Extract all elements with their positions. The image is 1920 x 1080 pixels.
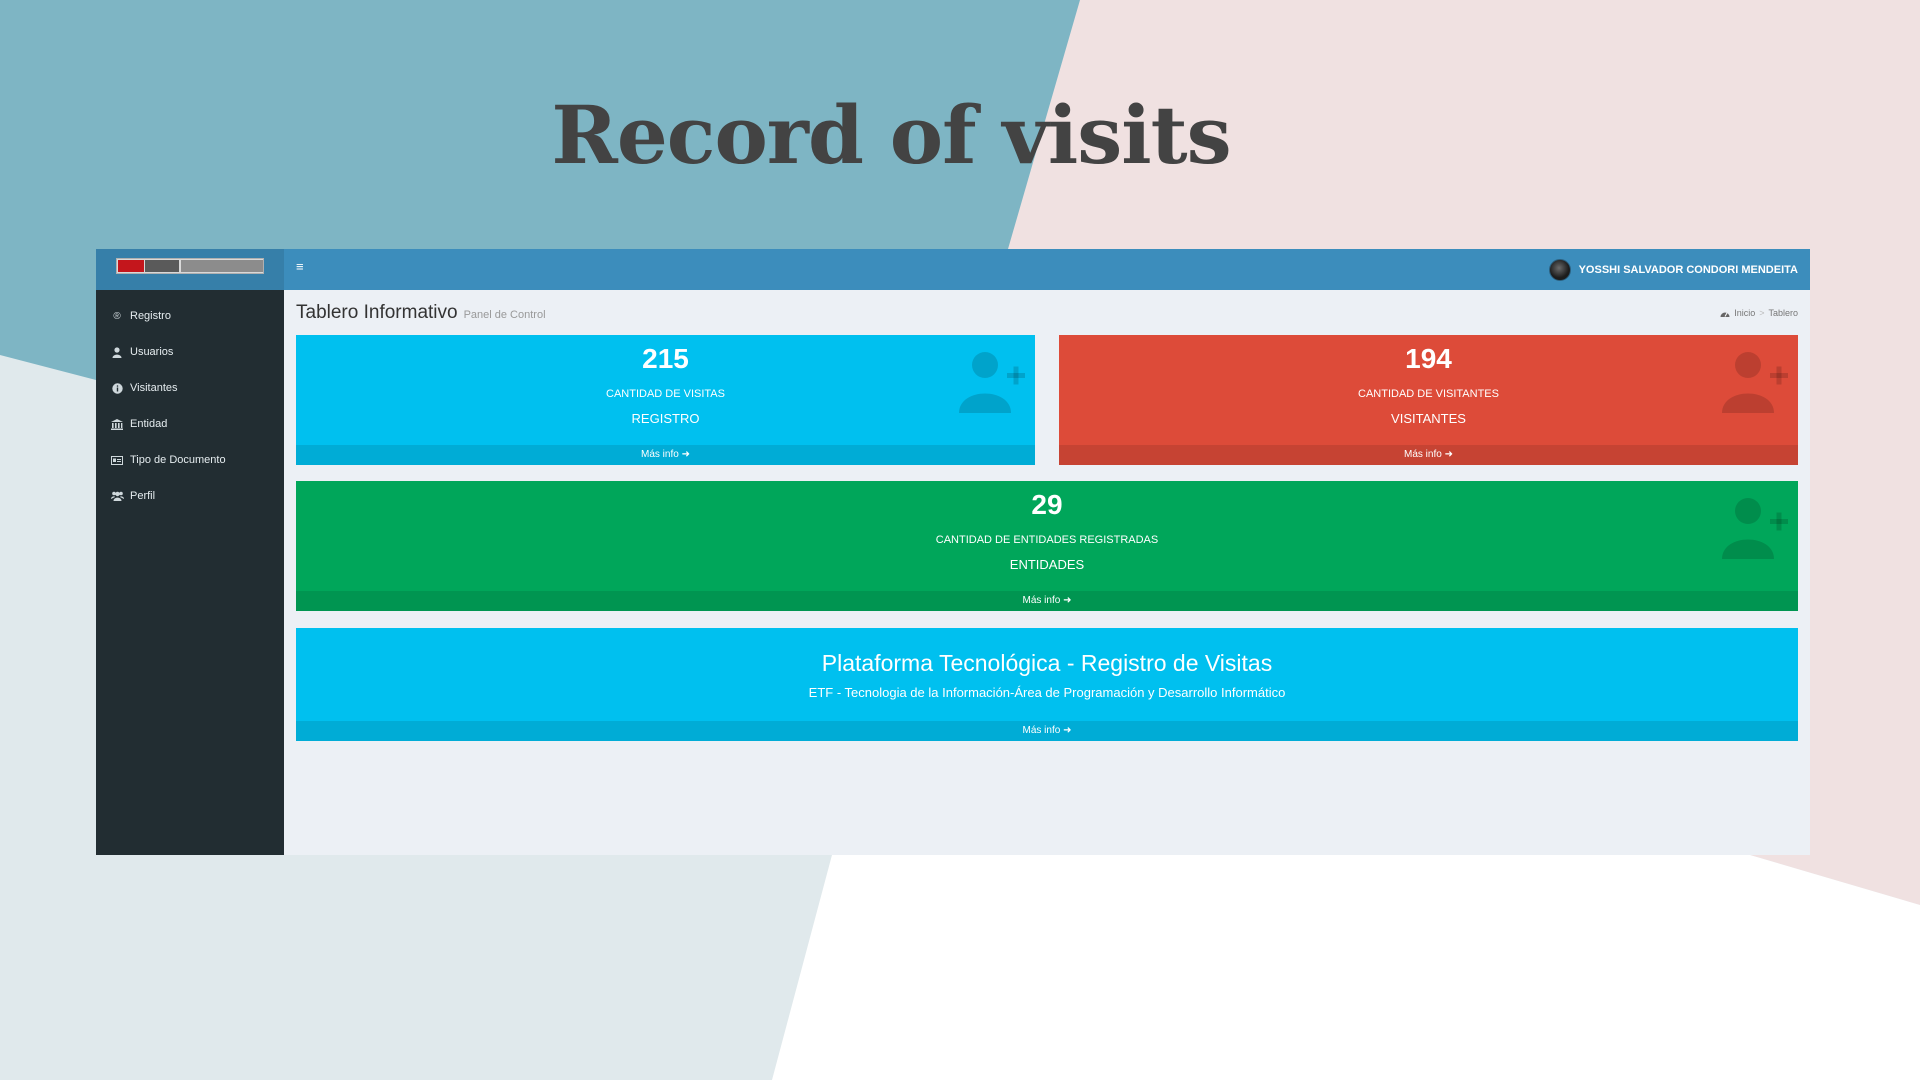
arrow-circle-right-icon: ➜ — [1063, 725, 1072, 736]
gov-logo-icon — [116, 258, 264, 274]
banner-title: Plataforma Tecnológica - Registro de Vis… — [821, 650, 1273, 676]
visitors-stat-box: 194 CANTIDAD DE VISITANTES VISITANTES Má… — [1059, 335, 1798, 465]
stat-value: 29 — [1031, 489, 1063, 520]
top-navbar: ≡ YOSSHI SALVADOR CONDORI MENDEITA — [284, 249, 1810, 290]
user-menu[interactable]: YOSSHI SALVADOR CONDORI MENDEITA — [1548, 259, 1798, 281]
stat-label: CANTIDAD DE VISITAS — [606, 388, 725, 400]
sidebar: ® Registro Usuarios Visitantes Entidad T… — [96, 249, 284, 855]
breadcrumb-current: Tablero — [1768, 308, 1798, 318]
slide-title: Record of visits — [551, 88, 1231, 182]
stat-sublabel: ENTIDADES — [1009, 557, 1085, 572]
platform-banner: Plataforma Tecnológica - Registro de Vis… — [296, 628, 1798, 741]
more-info-link[interactable]: Más info ➜ — [1059, 445, 1798, 465]
page-title-text: Tablero Informativo — [296, 302, 458, 323]
sidebar-item-label: Tipo de Documento — [130, 454, 226, 466]
visits-stat-box: 215 CANTIDAD DE VISITAS REGISTRO Más inf… — [296, 335, 1035, 465]
sidebar-item-label: Usuarios — [130, 346, 174, 358]
user-name: YOSSHI SALVADOR CONDORI MENDEITA — [1578, 264, 1798, 276]
main-content: Tablero Informativo Panel de Control Inic… — [284, 290, 1810, 855]
arrow-circle-right-icon: ➜ — [1444, 449, 1453, 460]
sidebar-item-label: Entidad — [130, 418, 168, 430]
entities-stat-box: 29 CANTIDAD DE ENTIDADES REGISTRADAS ENT… — [296, 481, 1798, 611]
sidebar-item-entidad[interactable]: Entidad — [96, 406, 284, 442]
user-plus-icon — [1722, 498, 1788, 559]
app-logo[interactable] — [96, 249, 284, 290]
hamburger-icon[interactable]: ≡ — [296, 260, 307, 273]
registered-icon: ® — [113, 310, 121, 322]
info-circle-icon — [110, 381, 124, 395]
arrow-circle-right-icon: ➜ — [681, 449, 690, 460]
sidebar-item-label: Perfil — [130, 490, 156, 502]
dashboard-icon — [1720, 312, 1730, 317]
stat-label: CANTIDAD DE ENTIDADES REGISTRADAS — [935, 534, 1159, 546]
users-icon — [110, 489, 124, 503]
stat-sublabel: VISITANTES — [1391, 411, 1466, 426]
more-info-link[interactable]: Más info ➜ — [296, 445, 1035, 465]
page-subtitle: Panel de Control — [463, 309, 546, 321]
sidebar-item-label: Visitantes — [130, 382, 178, 394]
stat-value: 194 — [1405, 343, 1452, 374]
avatar — [1548, 259, 1571, 281]
stat-label: CANTIDAD DE VISITANTES — [1358, 388, 1499, 400]
more-info-link[interactable]: Más info ➜ — [296, 591, 1798, 611]
sidebar-menu: ® Registro Usuarios Visitantes Entidad T… — [96, 298, 284, 514]
institution-icon — [110, 417, 124, 431]
arrow-circle-right-icon: ➜ — [1063, 595, 1072, 606]
user-icon — [110, 345, 124, 359]
breadcrumb-home[interactable]: Inicio — [1734, 308, 1755, 318]
sidebar-item-tipo-documento[interactable]: Tipo de Documento — [96, 442, 284, 478]
more-info-link[interactable]: Más info ➜ — [296, 721, 1798, 741]
breadcrumb: Inicio > Tablero — [1720, 308, 1798, 318]
stat-value: 215 — [642, 343, 689, 374]
banner-subtitle: ETF - Tecnologia de la Información-Área … — [808, 685, 1286, 700]
user-plus-icon — [1722, 352, 1788, 413]
sidebar-item-usuarios[interactable]: Usuarios — [96, 334, 284, 370]
sidebar-item-visitantes[interactable]: Visitantes — [96, 370, 284, 406]
sidebar-item-perfil[interactable]: Perfil — [96, 478, 284, 514]
sidebar-item-label: Registro — [130, 310, 171, 322]
page-title: Tablero Informativo Panel de Control — [296, 302, 546, 324]
user-plus-icon — [959, 352, 1025, 413]
stat-sublabel: REGISTRO — [631, 411, 700, 426]
id-card-icon — [110, 453, 124, 467]
sidebar-item-registro[interactable]: ® Registro — [96, 298, 284, 334]
app-window: ® Registro Usuarios Visitantes Entidad T… — [96, 249, 1810, 855]
